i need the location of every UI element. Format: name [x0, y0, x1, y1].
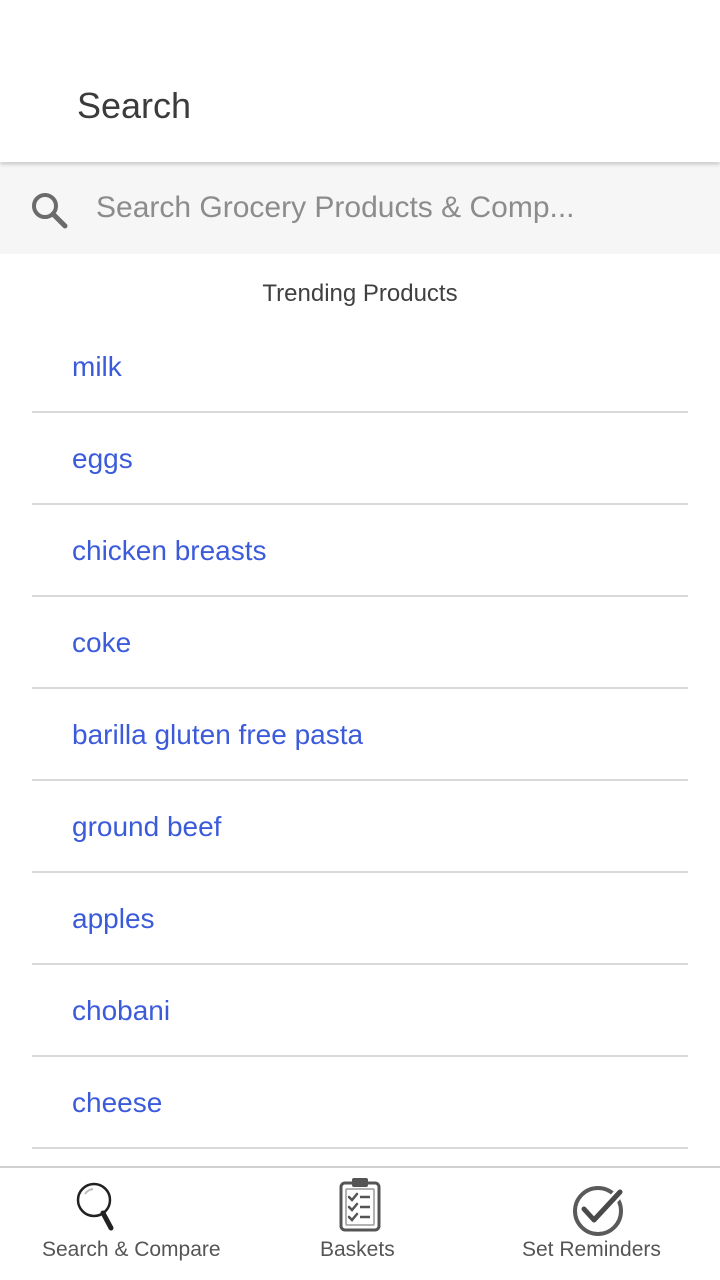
list-item-label[interactable]: cheese: [72, 1085, 162, 1121]
list-item-label[interactable]: apples: [72, 901, 155, 937]
search-icon[interactable]: [28, 189, 72, 233]
list-item[interactable]: cheese: [32, 1057, 688, 1149]
list-item[interactable]: chobani: [32, 965, 688, 1057]
nav-baskets[interactable]: Baskets: [300, 1168, 420, 1280]
nav-label-baskets: Baskets: [320, 1238, 395, 1261]
nav-set-reminders[interactable]: Set Reminders: [510, 1168, 680, 1280]
page-title: Search: [77, 85, 192, 126]
list-item[interactable]: coke: [32, 597, 688, 689]
list-item[interactable]: chicken breasts: [32, 505, 688, 597]
list-item-label[interactable]: milk: [72, 349, 122, 385]
trending-title: Trending Products: [262, 280, 458, 307]
app-root: Search Trending Products milk eggs chick…: [0, 0, 720, 1280]
bottom-nav: Search & Compare Baskets Set Reminders: [0, 1166, 720, 1280]
list-item-label[interactable]: chobani: [72, 993, 170, 1029]
nav-search-compare[interactable]: Search & Compare: [30, 1168, 240, 1280]
list-item[interactable]: eggs: [32, 413, 688, 505]
list-item[interactable]: apples: [32, 873, 688, 965]
magnifier-icon: [76, 1182, 114, 1231]
list-item[interactable]: barilla gluten free pasta: [32, 689, 688, 781]
checkmark-circle-icon: [573, 1186, 625, 1236]
clipboard-checklist-icon: [339, 1178, 381, 1232]
list-item[interactable]: ground beef: [32, 781, 688, 873]
app-header: Search: [0, 0, 720, 162]
nav-label-set-reminders: Set Reminders: [522, 1238, 661, 1261]
search-input[interactable]: [96, 186, 696, 230]
nav-label-search-compare: Search & Compare: [42, 1238, 221, 1261]
list-item-label[interactable]: chicken breasts: [72, 533, 267, 569]
trending-list: milk eggs chicken breasts coke barilla g…: [32, 321, 688, 1149]
list-item-label[interactable]: eggs: [72, 441, 133, 477]
list-item-label[interactable]: coke: [72, 625, 131, 661]
list-item[interactable]: milk: [32, 321, 688, 413]
list-item-label[interactable]: ground beef: [72, 809, 221, 845]
list-item-label[interactable]: barilla gluten free pasta: [72, 717, 363, 753]
